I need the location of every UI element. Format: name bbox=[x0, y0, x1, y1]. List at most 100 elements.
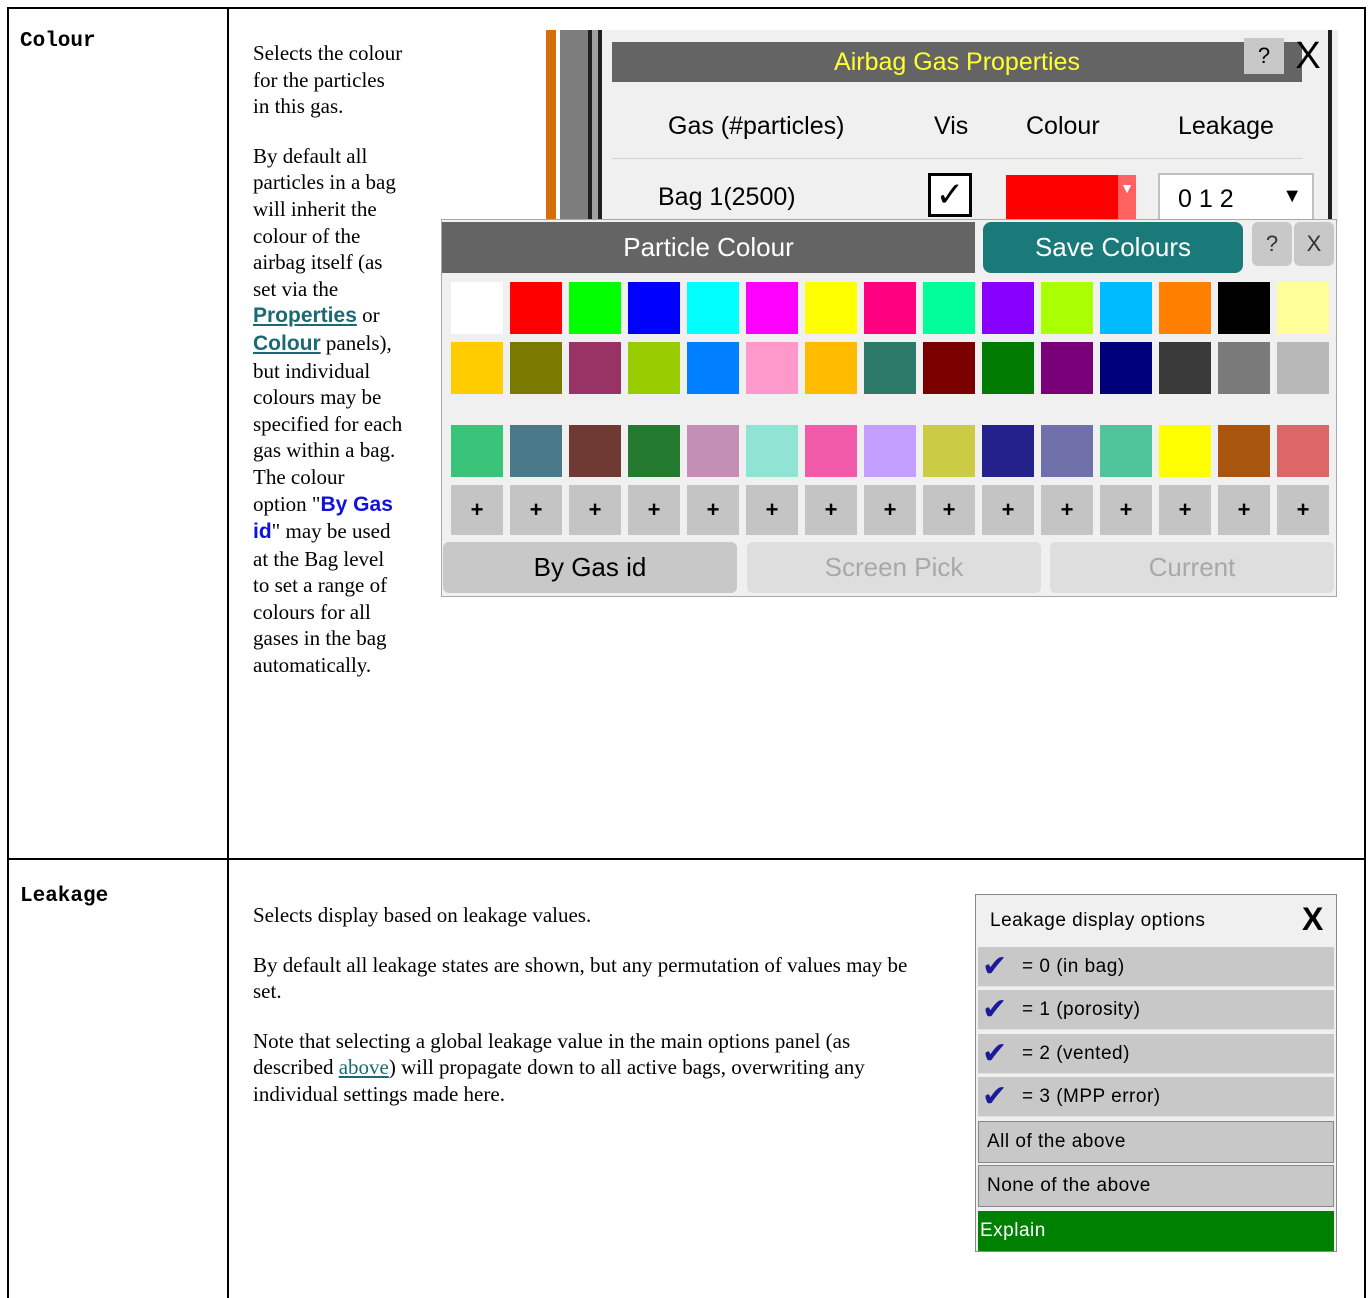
add-colour-button[interactable]: + bbox=[687, 485, 739, 535]
none-label: None of the above bbox=[987, 1175, 1151, 1196]
gas-close-button[interactable]: X bbox=[1288, 36, 1328, 76]
colour-swatch[interactable] bbox=[1041, 282, 1093, 334]
colour-swatch[interactable] bbox=[982, 342, 1034, 394]
colour-swatch[interactable] bbox=[1159, 342, 1211, 394]
colour-swatch[interactable] bbox=[805, 425, 857, 477]
add-colour-button[interactable]: + bbox=[569, 485, 621, 535]
colour-swatch[interactable] bbox=[746, 342, 798, 394]
table-row-divider bbox=[7, 858, 1366, 860]
colour-swatch[interactable] bbox=[451, 282, 503, 334]
add-colour-button[interactable]: + bbox=[1277, 485, 1329, 535]
colour-swatch[interactable] bbox=[687, 282, 739, 334]
colour-swatch[interactable] bbox=[923, 282, 975, 334]
colour-swatch[interactable] bbox=[628, 425, 680, 477]
current-button[interactable]: Current bbox=[1050, 542, 1334, 593]
colour-swatch[interactable] bbox=[510, 342, 562, 394]
particle-colour-panel: Particle Colour Save Colours ? X + + + + + + +… bbox=[441, 219, 1337, 597]
explain-button[interactable]: Explain bbox=[978, 1211, 1334, 1251]
colour-swatch[interactable] bbox=[746, 425, 798, 477]
table-border-top bbox=[7, 7, 1366, 9]
colour-swatch[interactable] bbox=[687, 342, 739, 394]
explain-label: Explain bbox=[980, 1220, 1046, 1241]
add-colour-button[interactable]: + bbox=[1218, 485, 1270, 535]
add-colour-button[interactable]: + bbox=[864, 485, 916, 535]
leakage-column-header: Leakage bbox=[1178, 112, 1274, 140]
colour-swatch[interactable] bbox=[569, 425, 621, 477]
colour-swatch[interactable] bbox=[510, 282, 562, 334]
colour-swatch[interactable] bbox=[451, 342, 503, 394]
colour-swatch[interactable] bbox=[1041, 342, 1093, 394]
particle-close-button[interactable]: X bbox=[1294, 222, 1334, 266]
colour-swatch[interactable] bbox=[746, 282, 798, 334]
colour-swatch[interactable] bbox=[1218, 425, 1270, 477]
gas-help-button[interactable]: ? bbox=[1244, 38, 1284, 74]
add-colour-button[interactable]: + bbox=[923, 485, 975, 535]
colour-swatch[interactable] bbox=[628, 342, 680, 394]
leakage-close-button[interactable]: X bbox=[1302, 901, 1324, 938]
colour-swatch[interactable] bbox=[1100, 282, 1152, 334]
properties-link[interactable]: Properties bbox=[253, 304, 357, 327]
none-of-the-above-button[interactable]: None of the above bbox=[978, 1165, 1334, 1207]
colour-swatch[interactable] bbox=[687, 425, 739, 477]
colour-desc-p1: Selects the colour for the particles in … bbox=[253, 41, 403, 119]
leakage-option-label: = 0 (in bag) bbox=[1022, 956, 1125, 977]
add-colour-button[interactable]: + bbox=[982, 485, 1034, 535]
colour-swatch[interactable] bbox=[451, 425, 503, 477]
by-gas-id-button[interactable]: By Gas id bbox=[443, 542, 737, 593]
colour-swatch[interactable] bbox=[864, 282, 916, 334]
all-label: All of the above bbox=[987, 1131, 1126, 1152]
airbag-gas-properties-panel: Airbag Gas Properties ? X Gas (#particle… bbox=[536, 30, 1338, 222]
add-colour-button[interactable]: + bbox=[510, 485, 562, 535]
add-colour-button[interactable]: + bbox=[805, 485, 857, 535]
add-colour-button[interactable]: + bbox=[451, 485, 503, 535]
colour-swatch[interactable] bbox=[510, 425, 562, 477]
add-colour-button[interactable]: + bbox=[1100, 485, 1152, 535]
leakage-desc-p3: Note that selecting a global leakage val… bbox=[253, 1028, 933, 1108]
colour-swatch[interactable] bbox=[1277, 282, 1329, 334]
leakage-option-0[interactable]: ✔ = 0 (in bag) bbox=[978, 947, 1334, 987]
leakage-dropdown[interactable]: 0 1 2 ▼ bbox=[1158, 173, 1314, 221]
colour-desc-p2-c: panels), but individual colours may be s… bbox=[253, 330, 403, 516]
table-column-divider bbox=[227, 7, 229, 1298]
leakage-option-1[interactable]: ✔ = 1 (porosity) bbox=[978, 990, 1334, 1030]
colour-swatch[interactable] bbox=[1277, 342, 1329, 394]
colour-swatch[interactable] bbox=[923, 425, 975, 477]
colour-swatch[interactable] bbox=[805, 342, 857, 394]
colour-swatch[interactable] bbox=[1218, 342, 1270, 394]
colour-swatch[interactable] bbox=[1159, 282, 1211, 334]
colour-swatch[interactable] bbox=[1100, 425, 1152, 477]
colour-swatch[interactable] bbox=[982, 425, 1034, 477]
vis-checkbox[interactable]: ✓ bbox=[928, 173, 972, 217]
colour-swatch[interactable] bbox=[1277, 425, 1329, 477]
add-colour-button[interactable]: + bbox=[628, 485, 680, 535]
above-link[interactable]: above bbox=[339, 1055, 389, 1079]
particle-help-button[interactable]: ? bbox=[1252, 222, 1292, 266]
add-colour-button[interactable]: + bbox=[1041, 485, 1093, 535]
colour-swatch[interactable] bbox=[805, 282, 857, 334]
colour-swatch[interactable] bbox=[569, 282, 621, 334]
add-colour-button[interactable]: + bbox=[1159, 485, 1211, 535]
bag-name: Bag 1(2500) bbox=[658, 183, 796, 211]
colour-desc-p2-d: " may be used at the Bag level to set a … bbox=[253, 519, 391, 678]
colour-swatch[interactable] bbox=[569, 342, 621, 394]
screen-pick-button[interactable]: Screen Pick bbox=[747, 542, 1041, 593]
gas-column-header: Gas (#particles) bbox=[668, 112, 845, 140]
gas-colour-button[interactable]: ▼ bbox=[1006, 175, 1136, 219]
colour-swatch[interactable] bbox=[864, 425, 916, 477]
colour-link[interactable]: Colour bbox=[253, 332, 321, 355]
colour-desc-p2-a: By default all particles in a bag will i… bbox=[253, 143, 396, 301]
colour-swatch[interactable] bbox=[1159, 425, 1211, 477]
add-colour-button[interactable]: + bbox=[746, 485, 798, 535]
all-of-the-above-button[interactable]: All of the above bbox=[978, 1121, 1334, 1163]
leakage-option-2[interactable]: ✔ = 2 (vented) bbox=[978, 1034, 1334, 1074]
colour-swatch[interactable] bbox=[1041, 425, 1093, 477]
colour-swatch[interactable] bbox=[982, 282, 1034, 334]
colour-swatch[interactable] bbox=[1218, 282, 1270, 334]
leakage-option-3[interactable]: ✔ = 3 (MPP error) bbox=[978, 1077, 1334, 1117]
colour-swatch[interactable] bbox=[923, 342, 975, 394]
term-leakage: Leakage bbox=[20, 885, 109, 908]
colour-swatch[interactable] bbox=[864, 342, 916, 394]
save-colours-button[interactable]: Save Colours bbox=[983, 222, 1243, 273]
colour-swatch[interactable] bbox=[1100, 342, 1152, 394]
colour-swatch[interactable] bbox=[628, 282, 680, 334]
